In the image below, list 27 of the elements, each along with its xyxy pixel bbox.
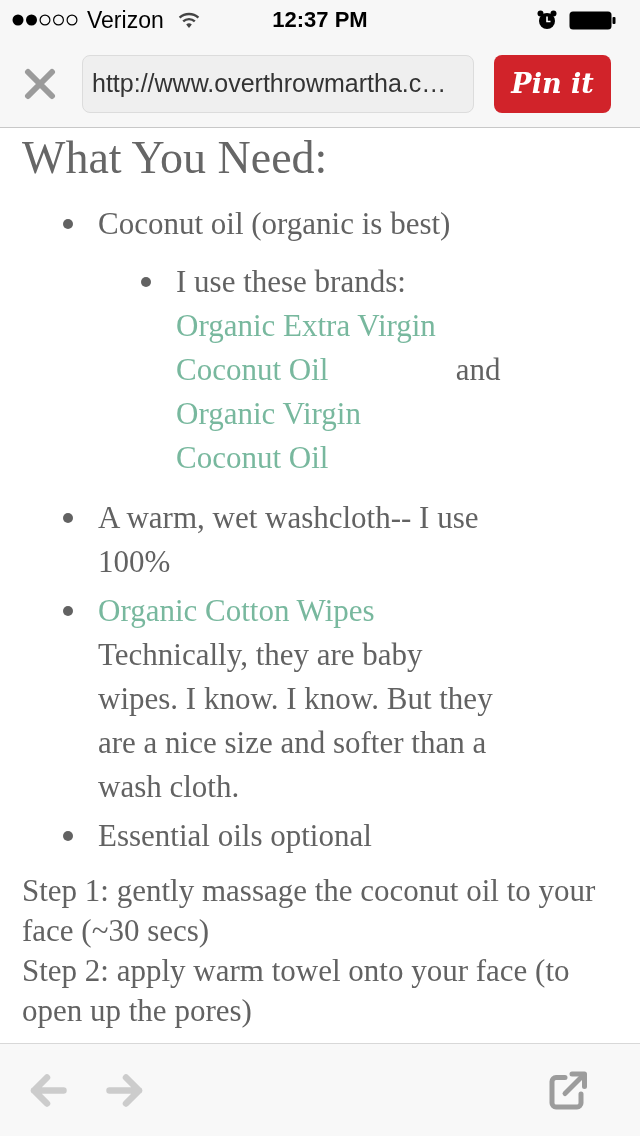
- section-heading: What You Need:: [21, 132, 329, 184]
- list-item-text: and: [455, 352, 501, 387]
- text-link[interactable]: Organic Cotton Wipes: [98, 589, 375, 633]
- text-link[interactable]: Organic Virgin Coconut Oil: [176, 392, 448, 480]
- step-text: Step 2: apply warm towel onto your face (to open up the pores): [22, 952, 571, 1030]
- list-item-text: Coconut oil (organic is best): [98, 206, 451, 241]
- alarm-clock-icon: [537, 10, 557, 30]
- url-field[interactable]: http://www.overthrowmartha.c…: [82, 54, 474, 113]
- bullet-icon: [141, 277, 151, 287]
- battery-icon: [569, 10, 616, 30]
- share-icon[interactable]: [548, 1070, 588, 1110]
- text-link[interactable]: Organic Extra Virgin Coconut Oil: [176, 304, 448, 392]
- pin-it-button[interactable]: Pin it: [494, 54, 611, 113]
- bullet-icon: [63, 219, 73, 229]
- bullet-icon: [63, 513, 73, 523]
- list-item-text: Essential oils optional: [98, 818, 372, 853]
- step-text: Step 1: gently massage the coconut oil to your face (~30 secs): [22, 872, 597, 950]
- signal-icon: [12, 14, 79, 26]
- wifi-icon: [177, 11, 200, 29]
- carrier-name: Verizon: [87, 6, 164, 34]
- list-item-text: I use these brands:: [176, 264, 406, 299]
- close-icon[interactable]: [24, 67, 56, 100]
- clock-time: 12:37 PM: [272, 7, 368, 33]
- list-item-text: Technically, they are baby wipes. I know. I know. But they are a nice size and softer than a wash cloth.: [98, 637, 493, 804]
- list-item-text: A warm, wet washcloth-- I use 100%: [98, 500, 479, 579]
- bullet-icon: [63, 831, 73, 841]
- bullet-icon: [63, 606, 73, 616]
